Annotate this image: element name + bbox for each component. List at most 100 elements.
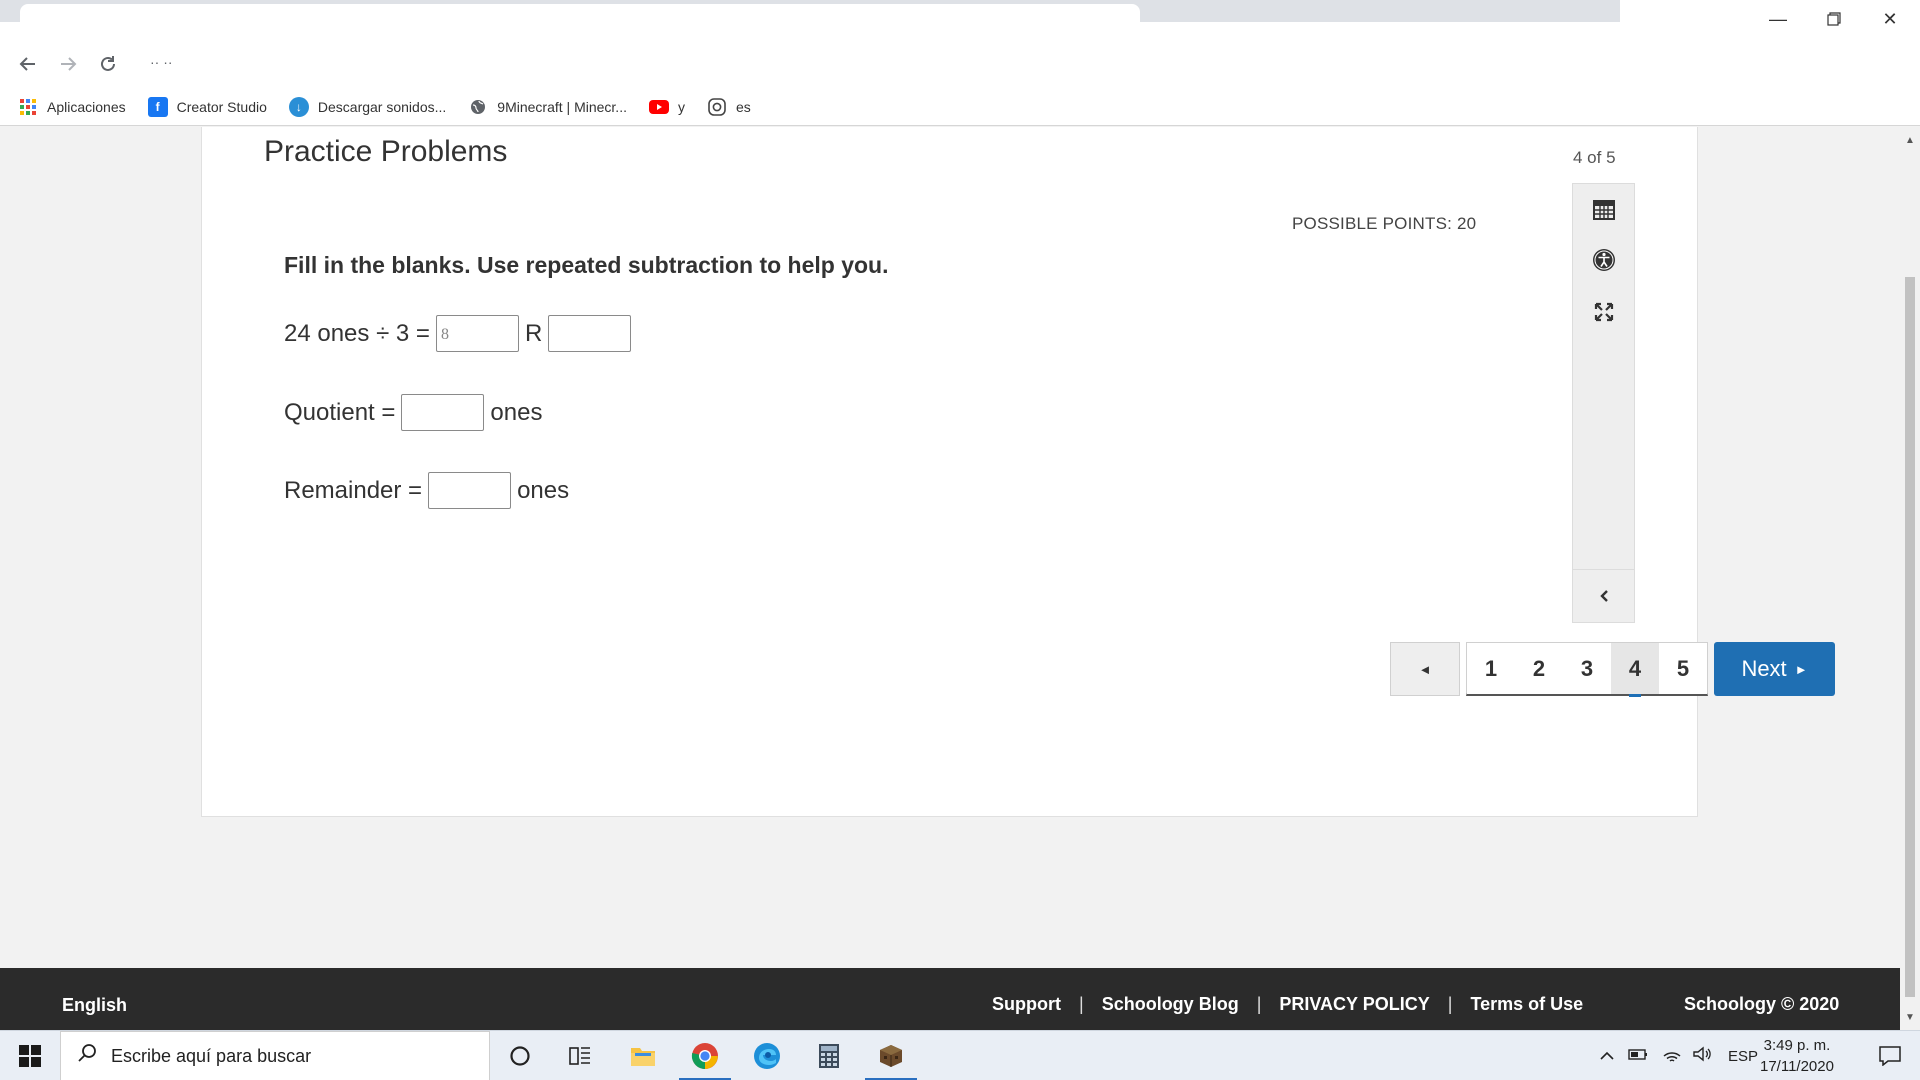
page-button-5[interactable]: 5 xyxy=(1659,643,1707,694)
show-hidden-icons-chevron-icon[interactable] xyxy=(1600,1048,1614,1065)
file-explorer-button[interactable] xyxy=(613,1031,673,1080)
collapse-tools-button[interactable] xyxy=(1573,569,1634,622)
system-tray: ESP xyxy=(1600,1031,1758,1080)
start-button[interactable] xyxy=(0,1031,60,1080)
chevron-left-icon xyxy=(1599,590,1608,602)
notification-icon xyxy=(1879,1046,1901,1066)
taskbar-search[interactable]: Escribe aquí para buscar xyxy=(60,1031,490,1080)
clock-date: 17/11/2020 xyxy=(1760,1058,1834,1075)
browser-tab[interactable] xyxy=(20,4,1140,38)
globe-icon xyxy=(468,97,488,117)
terms-of-use-link[interactable]: Terms of Use xyxy=(1470,994,1583,1015)
footer-links: Support | Schoology Blog | PRIVACY POLIC… xyxy=(992,994,1583,1015)
browser-titlebar: — ✕ xyxy=(0,0,1920,38)
bookmark-descargar-sonidos[interactable]: ↓ Descargar sonidos... xyxy=(288,96,446,117)
page-title: Practice Problems xyxy=(264,135,508,168)
reload-button[interactable] xyxy=(90,46,126,82)
remainder-blank[interactable] xyxy=(548,315,632,352)
question-instruction: Fill in the blanks. Use repeated subtrac… xyxy=(284,252,889,278)
calculator-button[interactable] xyxy=(1573,190,1634,230)
division-prefix: 24 ones ÷ 3 = xyxy=(284,319,430,347)
close-window-button[interactable]: ✕ xyxy=(1862,0,1918,38)
division-line: 24 ones ÷ 3 = 8 R xyxy=(284,315,637,352)
scroll-up-arrow-icon[interactable]: ▲ xyxy=(1905,135,1915,146)
bookmark-label: Creator Studio xyxy=(176,98,267,115)
bookmark-9minecraft[interactable]: 9Minecraft | Minecr... xyxy=(468,97,627,117)
edge-icon xyxy=(754,1043,780,1069)
cortana-button[interactable] xyxy=(490,1031,550,1080)
bookmarks-bar: Aplicaciones f Creator Studio ↓ Descarga… xyxy=(0,88,1920,126)
facebook-icon: f xyxy=(147,96,168,117)
fullscreen-button[interactable] xyxy=(1573,292,1634,332)
browser-toolbar: ·· ·· xyxy=(0,38,1920,88)
task-view-icon xyxy=(569,1047,590,1065)
apps-grid-icon xyxy=(18,97,38,117)
blog-link[interactable]: Schoology Blog xyxy=(1102,994,1239,1015)
privacy-policy-link[interactable]: PRIVACY POLICY xyxy=(1279,994,1429,1015)
scrollbar-thumb[interactable] xyxy=(1905,277,1915,997)
input-language[interactable]: ESP xyxy=(1728,1048,1758,1065)
bookmark-label: 9Minecraft | Minecr... xyxy=(497,98,627,115)
assessment-card: Practice Problems 4 of 5 POSSIBLE POINTS… xyxy=(201,127,1835,817)
minecraft-icon xyxy=(880,1045,902,1067)
forward-arrow-icon xyxy=(61,57,77,71)
edge-button[interactable] xyxy=(737,1031,797,1080)
fullscreen-icon xyxy=(1594,302,1613,322)
page-scrollbar[interactable]: ▲ ▼ xyxy=(1900,127,1920,1030)
wifi-icon[interactable] xyxy=(1662,1046,1682,1066)
previous-button[interactable]: ◄ xyxy=(1390,642,1460,696)
bookmark-es[interactable]: es xyxy=(707,97,751,117)
chrome-button[interactable] xyxy=(675,1031,735,1080)
notifications-button[interactable] xyxy=(1860,1031,1920,1080)
question-pager: ◄ 1 2 3 4 5 Next ► xyxy=(1390,642,1835,697)
clock-time: 3:49 p. m. xyxy=(1763,1037,1831,1054)
task-view-button[interactable] xyxy=(550,1031,610,1080)
maximize-button[interactable] xyxy=(1806,0,1862,38)
quotient-blank[interactable]: 8 xyxy=(435,315,519,352)
support-link[interactable]: Support xyxy=(992,994,1061,1015)
windows-taskbar: Escribe aquí para buscar ESP 3:49 p. m. … xyxy=(0,1030,1920,1080)
calculator-icon xyxy=(1592,200,1615,220)
page-button-4[interactable]: 4 xyxy=(1611,643,1659,697)
bookmark-creator-studio[interactable]: f Creator Studio xyxy=(147,96,267,117)
taskbar-clock[interactable]: 3:49 p. m. 17/11/2020 xyxy=(1760,1035,1834,1077)
accessibility-button[interactable] xyxy=(1573,240,1634,280)
language-selector[interactable]: English xyxy=(62,995,127,1016)
bookmark-label: es xyxy=(735,98,751,115)
address-bar[interactable]: ·· ·· xyxy=(130,44,1770,82)
back-button[interactable] xyxy=(10,46,46,82)
question-counter: 4 of 5 xyxy=(1573,148,1616,167)
remainder-prefix: Remainder = xyxy=(284,476,423,504)
caret-left-icon: ◄ xyxy=(1418,661,1432,677)
page-button-1[interactable]: 1 xyxy=(1467,643,1515,694)
remainder-label: R xyxy=(524,319,543,347)
remainder-input[interactable] xyxy=(428,472,512,509)
forward-button[interactable] xyxy=(50,46,86,82)
folder-icon xyxy=(631,1048,655,1066)
next-label: Next xyxy=(1741,656,1787,681)
footer-separator: | xyxy=(1079,994,1084,1014)
windows-logo-icon xyxy=(19,1045,41,1067)
volume-icon[interactable] xyxy=(1692,1046,1712,1066)
quotient-line: Quotient = ones xyxy=(284,394,542,431)
possible-points: POSSIBLE POINTS: 20 xyxy=(1292,214,1477,233)
scroll-down-arrow-icon[interactable]: ▼ xyxy=(1905,1012,1915,1023)
quotient-suffix: ones xyxy=(490,398,543,426)
page-content: Practice Problems 4 of 5 POSSIBLE POINTS… xyxy=(0,127,1900,968)
quotient-input[interactable] xyxy=(401,394,485,431)
page-button-3[interactable]: 3 xyxy=(1563,643,1611,694)
next-button[interactable]: Next ► xyxy=(1714,642,1835,696)
calculator-app-icon xyxy=(819,1044,839,1068)
search-icon xyxy=(77,1043,97,1069)
minimize-button[interactable]: — xyxy=(1750,0,1806,38)
bookmark-youtube[interactable]: y xyxy=(648,97,685,117)
minecraft-button[interactable] xyxy=(861,1031,921,1080)
calculator-app-button[interactable] xyxy=(799,1031,859,1080)
bookmark-label: Aplicaciones xyxy=(47,98,126,115)
bookmark-aplicaciones[interactable]: Aplicaciones xyxy=(18,97,126,117)
reload-icon xyxy=(101,56,115,71)
instagram-icon xyxy=(707,97,727,117)
accessibility-icon xyxy=(1592,249,1615,271)
battery-icon[interactable] xyxy=(1628,1047,1648,1065)
page-button-2[interactable]: 2 xyxy=(1515,643,1563,694)
